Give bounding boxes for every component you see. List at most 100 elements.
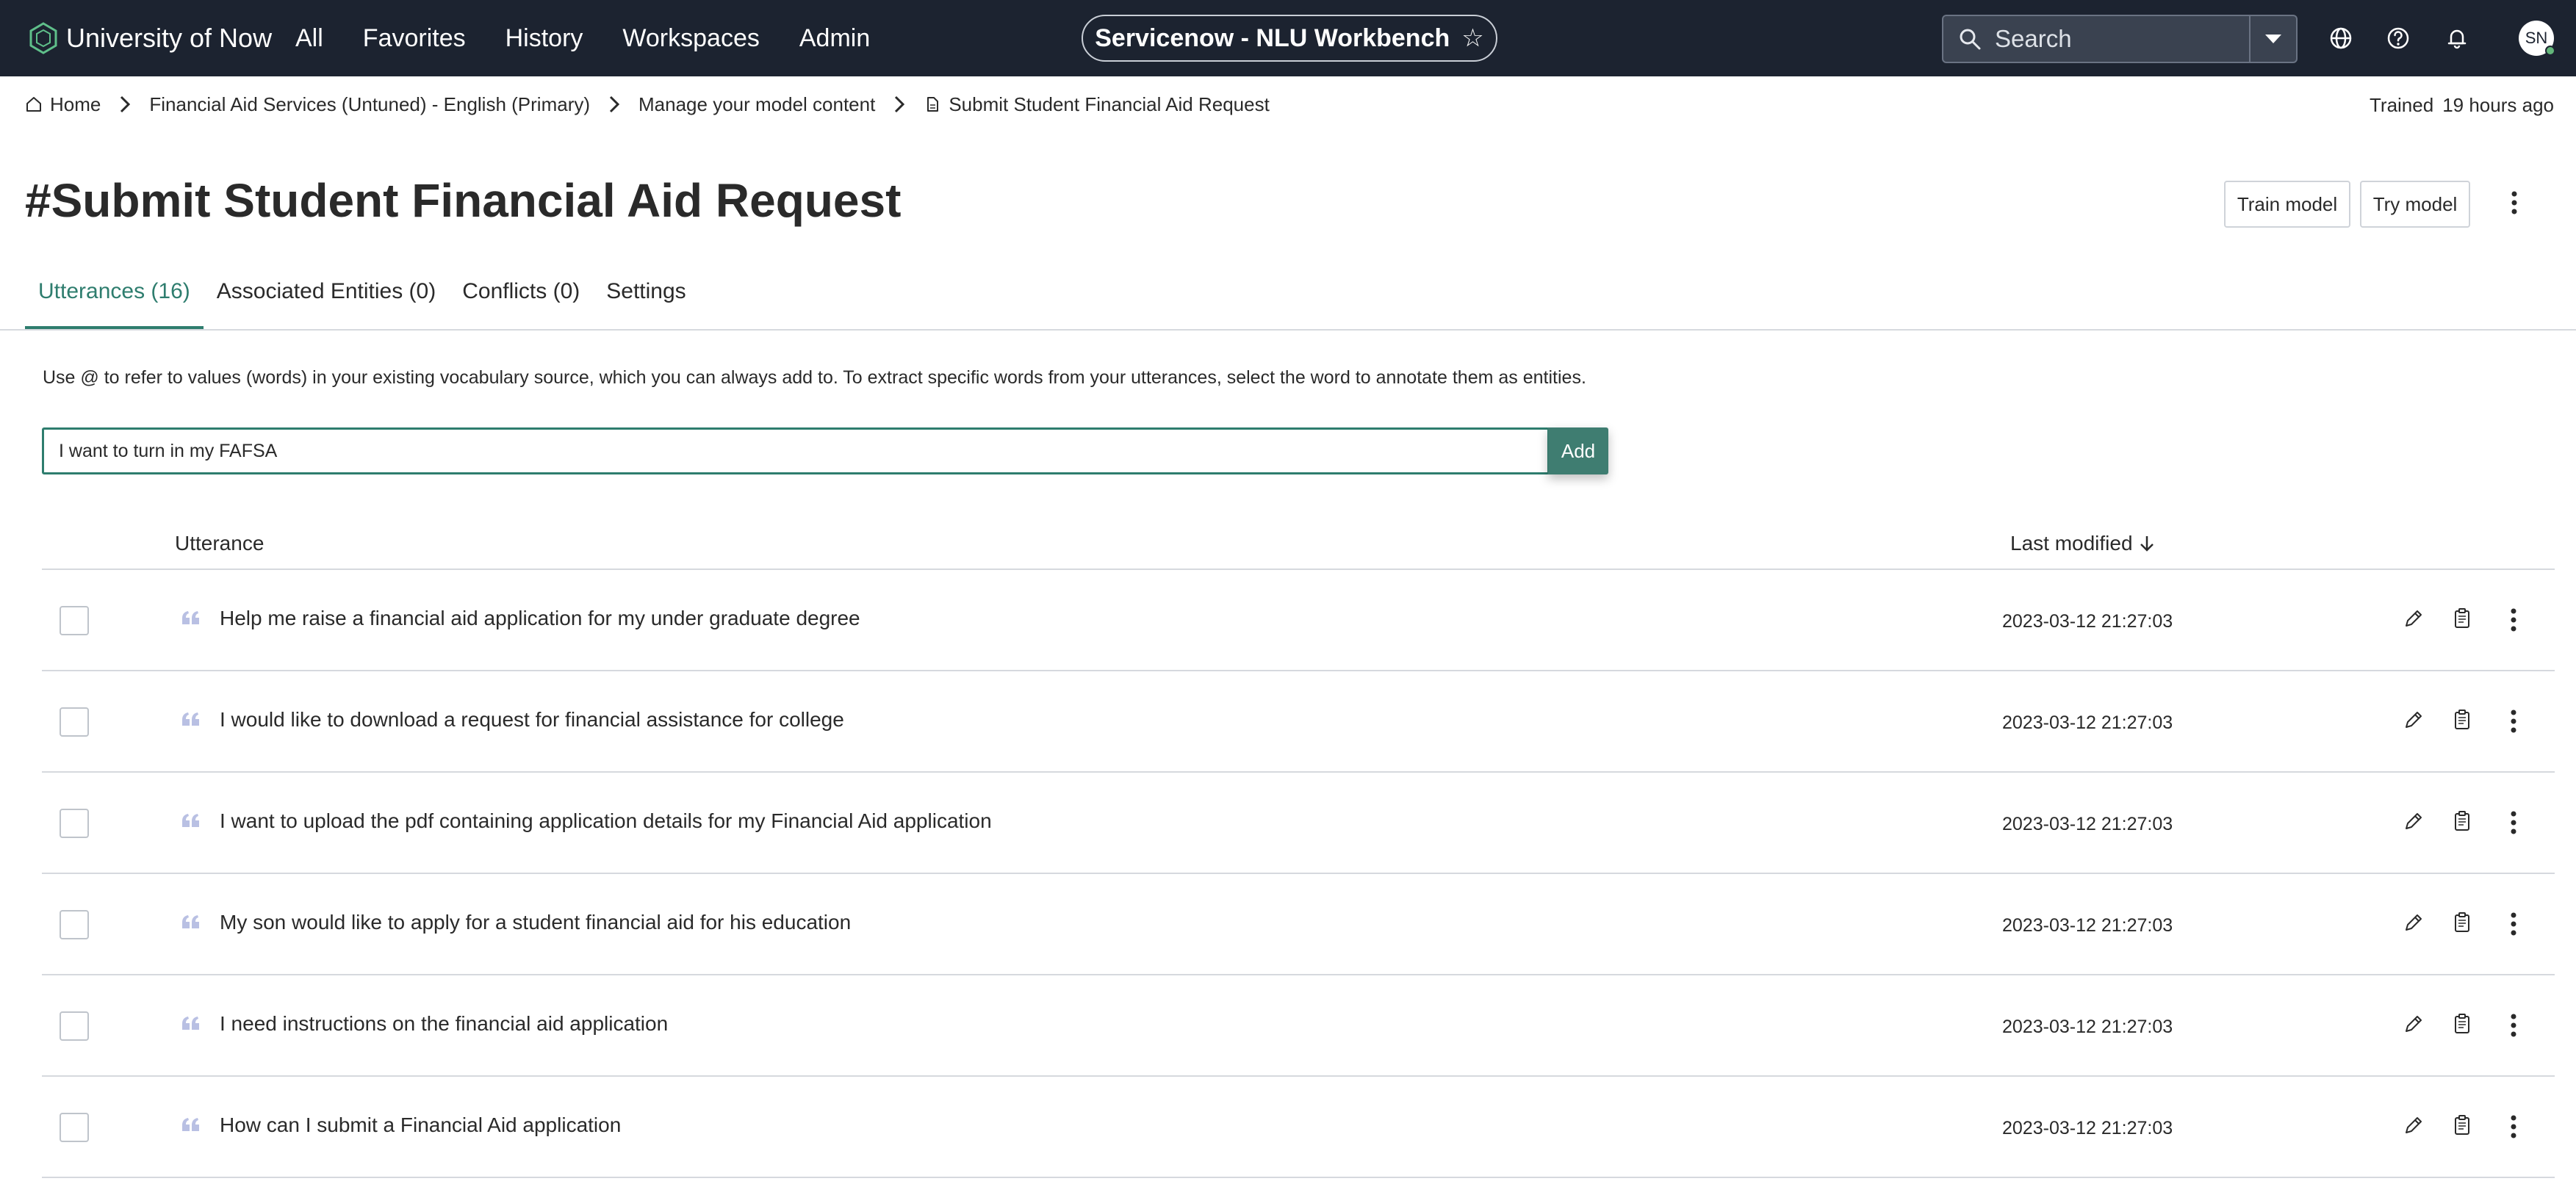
nav-link-admin[interactable]: Admin (799, 24, 870, 53)
app-title-pill[interactable]: Servicenow - NLU Workbench ☆ (1082, 15, 1497, 62)
quote-icon (180, 911, 202, 933)
utterance-text: I would like to download a request for f… (220, 708, 844, 731)
chevron-right-icon (608, 94, 621, 115)
row-more-options-button[interactable] (2499, 805, 2528, 840)
document-icon (927, 97, 939, 112)
row-checkbox[interactable] (60, 707, 89, 737)
nav-link-history[interactable]: History (506, 24, 583, 53)
utterance-text: I want to upload the pdf containing appl… (220, 809, 992, 832)
row-checkbox[interactable] (60, 809, 89, 838)
tab-utterances[interactable]: Utterances (16) (25, 272, 204, 329)
bell-icon (2447, 29, 2467, 49)
nav-link-workspaces[interactable]: Workspaces (622, 24, 759, 53)
pencil-icon (2406, 1016, 2422, 1032)
help-button[interactable] (2382, 22, 2414, 54)
quote-icon (180, 607, 202, 629)
copy-clipboard-icon (2455, 1115, 2469, 1135)
breadcrumb: Home Financial Aid Services (Untuned) - … (25, 90, 1270, 119)
help-text: Use @ to refer to values (words) in your… (43, 367, 1586, 388)
edit-button[interactable] (2399, 805, 2428, 837)
table-row: Help me raise a financial aid applicatio… (42, 570, 2555, 671)
hexagon-logo-icon (29, 22, 57, 54)
sort-descending-arrow-icon (2140, 536, 2154, 552)
copy-button[interactable] (2447, 602, 2477, 635)
training-status-label: Trained (2370, 94, 2434, 116)
column-header-last-modified-label: Last modified (2010, 532, 2133, 555)
breadcrumb-model[interactable]: Financial Aid Services (Untuned) - Engli… (149, 93, 590, 116)
kebab-menu-icon (2511, 1115, 2516, 1138)
edit-button[interactable] (2399, 704, 2428, 736)
copy-button[interactable] (2447, 1008, 2477, 1040)
new-utterance-input[interactable] (42, 427, 1550, 474)
search-icon (1960, 29, 1981, 50)
brand-logo[interactable]: University of Now (26, 19, 272, 57)
globe-icon (2330, 27, 2352, 49)
kebab-menu-icon (2511, 191, 2517, 214)
pencil-icon (2406, 610, 2422, 627)
table-row: How can I submit a Financial Aid applica… (42, 1077, 2555, 1178)
pencil-icon (2406, 1117, 2422, 1133)
pencil-icon (2406, 914, 2422, 931)
copy-clipboard-icon (2455, 608, 2469, 628)
train-model-button[interactable]: Train model (2224, 181, 2350, 228)
table-row: I would like to download a request for f… (42, 671, 2555, 773)
edit-button[interactable] (2399, 1109, 2428, 1141)
caret-down-icon (2265, 35, 2281, 43)
row-more-options-button[interactable] (2499, 602, 2528, 638)
try-model-button[interactable]: Try model (2360, 181, 2470, 228)
copy-clipboard-icon (2455, 1014, 2469, 1033)
favorite-star-icon[interactable]: ☆ (1461, 24, 1483, 53)
row-more-options-button[interactable] (2499, 704, 2528, 739)
row-checkbox[interactable] (60, 1011, 89, 1041)
row-more-options-button[interactable] (2499, 1008, 2528, 1043)
quote-icon (180, 1113, 202, 1136)
intent-tabs: Utterances (16) Associated Entities (0) … (25, 272, 699, 329)
search-scope-dropdown[interactable] (2249, 15, 2298, 63)
edit-button[interactable] (2399, 1008, 2428, 1040)
top-navigation-bar: University of Now All Favorites History … (0, 0, 2576, 76)
copy-clipboard-icon (2455, 912, 2469, 932)
tab-settings[interactable]: Settings (593, 272, 699, 329)
utterance-text: Help me raise a financial aid applicatio… (220, 607, 860, 629)
copy-button[interactable] (2447, 1109, 2477, 1141)
language-globe-button[interactable] (2325, 22, 2357, 54)
utterance-text: I need instructions on the financial aid… (220, 1012, 669, 1035)
pencil-icon (2406, 813, 2422, 829)
tab-associated-entities[interactable]: Associated Entities (0) (204, 272, 449, 329)
copy-button[interactable] (2447, 805, 2477, 837)
row-more-options-button[interactable] (2499, 1109, 2528, 1144)
edit-button[interactable] (2399, 906, 2428, 939)
main-menu: All Favorites History Workspaces Admin (295, 19, 870, 57)
notifications-button[interactable] (2441, 22, 2473, 54)
kebab-menu-icon (2511, 912, 2516, 936)
utterance-text: How can I submit a Financial Aid applica… (220, 1113, 622, 1136)
table-row: My son would like to apply for a student… (42, 874, 2555, 975)
last-modified-date: 2023-03-12 21:27:03 (2002, 1118, 2173, 1138)
column-header-utterance: Utterance (175, 532, 265, 555)
copy-button[interactable] (2447, 704, 2477, 736)
tab-conflicts[interactable]: Conflicts (0) (449, 272, 593, 329)
nav-link-favorites[interactable]: Favorites (363, 24, 466, 53)
brand-name: University of Now (66, 23, 273, 53)
row-checkbox[interactable] (60, 606, 89, 635)
tabs-divider (0, 329, 2576, 331)
chevron-right-icon (118, 94, 132, 115)
copy-clipboard-icon (2455, 811, 2469, 831)
add-utterance-button[interactable]: Add (1548, 427, 1608, 474)
row-checkbox[interactable] (60, 910, 89, 939)
breadcrumb-manage-content[interactable]: Manage your model content (638, 93, 875, 116)
edit-button[interactable] (2399, 602, 2428, 635)
last-modified-date: 2023-03-12 21:27:03 (2002, 915, 2173, 936)
last-modified-date: 2023-03-12 21:27:03 (2002, 814, 2173, 834)
row-more-options-button[interactable] (2499, 906, 2528, 942)
column-header-last-modified[interactable]: Last modified (2010, 532, 2155, 555)
copy-button[interactable] (2447, 906, 2477, 939)
nav-link-all[interactable]: All (295, 24, 323, 53)
kebab-menu-icon (2511, 710, 2516, 733)
more-options-button[interactable] (2500, 185, 2529, 220)
breadcrumb-home[interactable]: Home (25, 93, 101, 116)
breadcrumb-current-intent: Submit Student Financial Aid Request (924, 93, 1270, 116)
row-checkbox[interactable] (60, 1113, 89, 1142)
home-icon (26, 97, 41, 112)
search-input[interactable] (1995, 25, 2230, 53)
